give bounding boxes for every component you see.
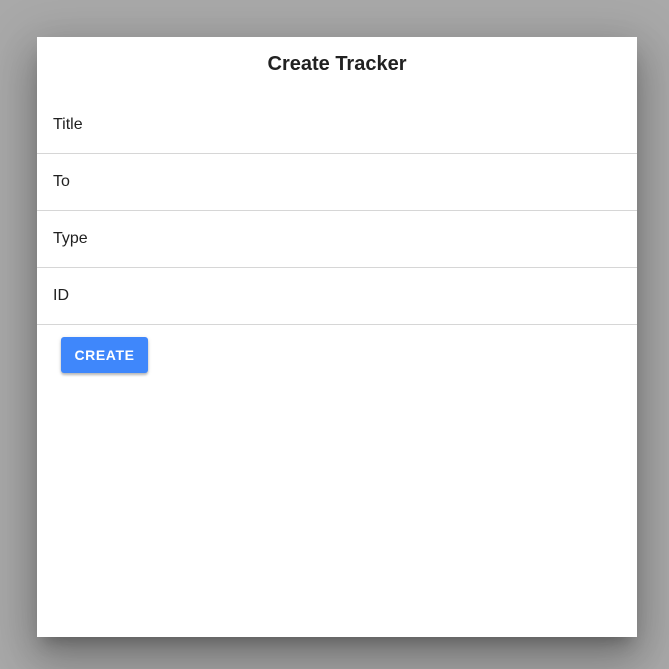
id-input[interactable] — [53, 268, 613, 324]
id-field — [37, 268, 637, 325]
title-input[interactable] — [53, 97, 613, 153]
to-field — [37, 154, 637, 211]
create-button[interactable]: CREATE — [61, 337, 148, 373]
title-field — [37, 97, 637, 154]
dialog-title: Create Tracker — [267, 53, 407, 75]
type-field — [37, 211, 637, 268]
create-tracker-dialog: Create Tracker CREATE — [37, 37, 637, 637]
to-input[interactable] — [53, 154, 613, 210]
type-input[interactable] — [53, 211, 613, 267]
